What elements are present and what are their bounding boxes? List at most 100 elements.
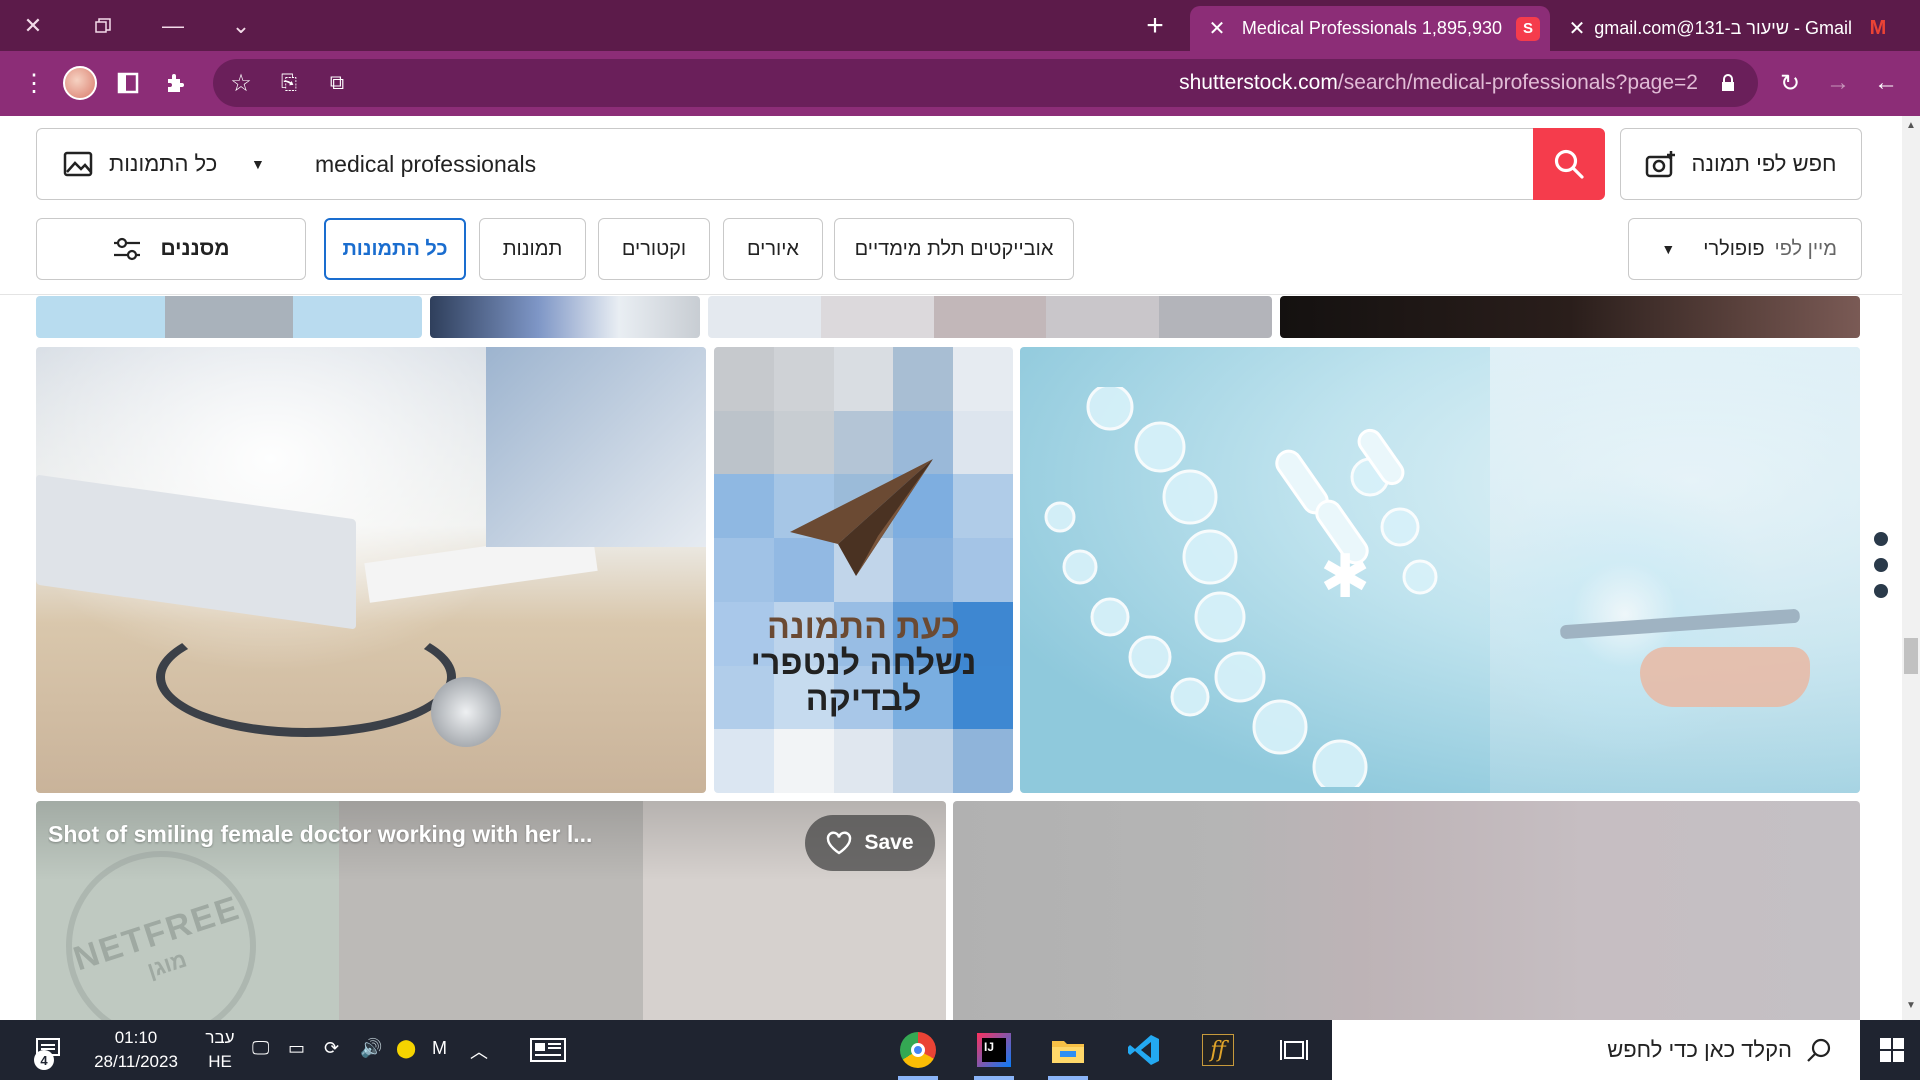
profile-avatar[interactable]: [60, 63, 100, 103]
result-image-partial[interactable]: [1280, 296, 1860, 338]
filter-type-illustrations[interactable]: איורים: [723, 218, 823, 280]
forward-icon[interactable]: ←: [1866, 63, 1906, 103]
extensions-icon[interactable]: [156, 63, 196, 103]
sort-dropdown[interactable]: מיין לפי פופולרי ▼: [1628, 218, 1862, 280]
shutterstock-page: כל התמונות ▼ medical professionals חפש ל…: [0, 116, 1902, 1020]
carousel-dot[interactable]: [1874, 532, 1888, 546]
input-language[interactable]: עבר HE: [200, 1026, 240, 1074]
lock-icon[interactable]: [1708, 63, 1748, 103]
windows-start-icon[interactable]: [1866, 1028, 1918, 1072]
gmail-favicon-icon: M: [1869, 17, 1887, 39]
intellij-taskbar-icon[interactable]: IJ: [968, 1028, 1020, 1080]
svg-text:✱: ✱: [1320, 542, 1370, 612]
result-image-stethoscope[interactable]: [36, 347, 706, 793]
address-bar[interactable]: ☆ ⎘ ⧉ shutterstock.com/search/medical-pr…: [213, 59, 1758, 107]
save-button[interactable]: Save: [805, 815, 935, 871]
share-icon[interactable]: ⎘: [269, 63, 309, 103]
tab-title: Gmail - שיעור ב-131@gmail.com: [1594, 18, 1852, 38]
translate-icon[interactable]: ⧉: [317, 63, 357, 103]
filters-label: מסננים: [160, 237, 230, 260]
chrome-taskbar-icon[interactable]: [892, 1028, 944, 1080]
sort-value: פופולרי: [1703, 237, 1765, 260]
search-bar: כל התמונות ▼ medical professionals חפש ל…: [36, 128, 1868, 200]
scroll-up-arrow-icon[interactable]: ▲: [1906, 120, 1916, 131]
result-image-partial[interactable]: [953, 801, 1860, 1020]
page-scrollbar[interactable]: ▲ ▼: [1902, 116, 1920, 1020]
fontforge-taskbar-icon[interactable]: ff: [1192, 1028, 1244, 1072]
minimize-window-icon[interactable]: —: [148, 0, 198, 51]
tab-shutterstock[interactable]: S 1,895,930 Medical Professionals ✕: [1190, 6, 1550, 51]
sort-prefix: מיין לפי: [1774, 237, 1837, 260]
taskbar-search-placeholder: הקלד כאן כדי לחפש: [1607, 1037, 1792, 1062]
image-icon: [63, 151, 93, 177]
search-icon: [1807, 1038, 1831, 1062]
image-hover-title: Shot of smiling female doctor working wi…: [48, 821, 593, 847]
tab-gmail[interactable]: M Gmail - שיעור ב-131@gmail.com ✕: [1554, 6, 1900, 51]
sliders-icon: [114, 237, 141, 261]
result-image-blocked[interactable]: כעת התמונה נשלחה לנטפרי לבדיקה: [714, 347, 1013, 793]
filter-type-all-images[interactable]: כל התמונות: [324, 218, 466, 280]
search-icon: [1554, 149, 1584, 179]
restore-window-icon[interactable]: [78, 0, 128, 51]
tab-title: 1,895,930 Medical Professionals: [1241, 18, 1502, 38]
tab-search-chevron-icon[interactable]: ⌄: [216, 0, 266, 51]
camera-plus-icon: [1646, 151, 1676, 178]
network-icon[interactable]: 🖵: [252, 1038, 269, 1059]
filter-type-photos[interactable]: תמונות: [479, 218, 586, 280]
result-image-female-doctor[interactable]: Shot of smiling female doctor working wi…: [36, 801, 946, 1020]
close-tab-icon[interactable]: ✕: [1202, 16, 1232, 41]
scrollbar-thumb[interactable]: [1904, 638, 1918, 674]
volume-icon[interactable]: 🔊: [360, 1038, 382, 1059]
new-tab-icon[interactable]: +: [1130, 0, 1180, 51]
back-icon[interactable]: →: [1818, 63, 1858, 103]
search-by-image-label: חפש לפי תמונה: [1691, 151, 1837, 176]
paper-plane-icon: [790, 459, 933, 576]
netfree-blocked-notice: כעת התמונה נשלחה לנטפרי לבדיקה: [750, 608, 977, 718]
browser-toolbar: ⋮ ☆ ⎘ ⧉ shutterstock.com/search/medical-…: [0, 51, 1920, 116]
green-app-tray-icon[interactable]: ⬤: [396, 1038, 416, 1059]
side-panel-icon[interactable]: [108, 63, 148, 103]
file-explorer-taskbar-icon[interactable]: [1042, 1028, 1094, 1080]
url-text[interactable]: shutterstock.com/search/medical-professi…: [1179, 71, 1698, 95]
bookmark-star-icon[interactable]: ☆: [221, 63, 261, 103]
chevron-down-icon: ▼: [251, 156, 265, 172]
carousel-dot[interactable]: [1874, 558, 1888, 572]
vscode-taskbar-icon[interactable]: [1118, 1028, 1170, 1072]
search-input[interactable]: medical professionals: [287, 128, 1543, 200]
reload-icon[interactable]: ↻: [1770, 63, 1810, 103]
result-image-partial[interactable]: [36, 296, 422, 338]
filter-row: מסננים כל התמונות תמונות וקטורים איורים …: [36, 218, 1868, 280]
battery-icon[interactable]: ▭: [288, 1038, 305, 1059]
windows-taskbar: 4 01:10 28/11/2023 עבר HE 🖵 ▭ ⟳ 🔊 ⬤ M ︿ …: [0, 1020, 1920, 1080]
taskbar-clock[interactable]: 01:10 28/11/2023: [86, 1026, 186, 1074]
result-image-partial[interactable]: [708, 296, 1272, 338]
category-label: כל התמונות: [109, 151, 218, 176]
result-image-dna-doctor[interactable]: ✱: [1020, 347, 1860, 793]
browser-menu-icon[interactable]: ⋮: [14, 63, 54, 103]
sync-warning-icon[interactable]: ⟳: [324, 1038, 339, 1059]
result-image-partial[interactable]: [430, 296, 700, 338]
close-tab-icon[interactable]: ✕: [1562, 16, 1592, 41]
filters-button[interactable]: מסננים: [36, 218, 306, 280]
taskbar-search-box[interactable]: הקלד כאן כדי לחפש: [1332, 1020, 1860, 1080]
heart-icon: [827, 831, 852, 855]
carousel-dot[interactable]: [1874, 584, 1888, 598]
filter-type-vectors[interactable]: וקטורים: [598, 218, 710, 280]
save-label: Save: [864, 831, 914, 854]
chevron-down-icon: ▼: [1661, 241, 1676, 257]
task-view-icon[interactable]: [1268, 1028, 1320, 1072]
news-widget-icon[interactable]: [522, 1028, 574, 1072]
action-center-icon[interactable]: 4: [22, 1028, 74, 1072]
show-hidden-icons-chevron-icon[interactable]: ︿: [470, 1038, 488, 1064]
notification-count: 4: [34, 1050, 54, 1070]
search-by-image-button[interactable]: חפש לפי תמונה: [1620, 128, 1862, 200]
browser-titlebar: ✕ — ⌄ + S 1,895,930 Medical Professional…: [0, 0, 1920, 51]
shutterstock-favicon-icon: S: [1516, 16, 1540, 41]
scroll-down-arrow-icon[interactable]: ▼: [1906, 1000, 1916, 1011]
close-window-icon[interactable]: ✕: [8, 0, 58, 51]
mcafee-tray-icon[interactable]: M: [432, 1038, 447, 1059]
search-button[interactable]: [1533, 128, 1605, 200]
category-dropdown[interactable]: כל התמונות ▼: [36, 128, 288, 200]
header-divider: [0, 294, 1902, 295]
filter-type-3d-objects[interactable]: אובייקטים תלת מימדיים: [834, 218, 1074, 280]
